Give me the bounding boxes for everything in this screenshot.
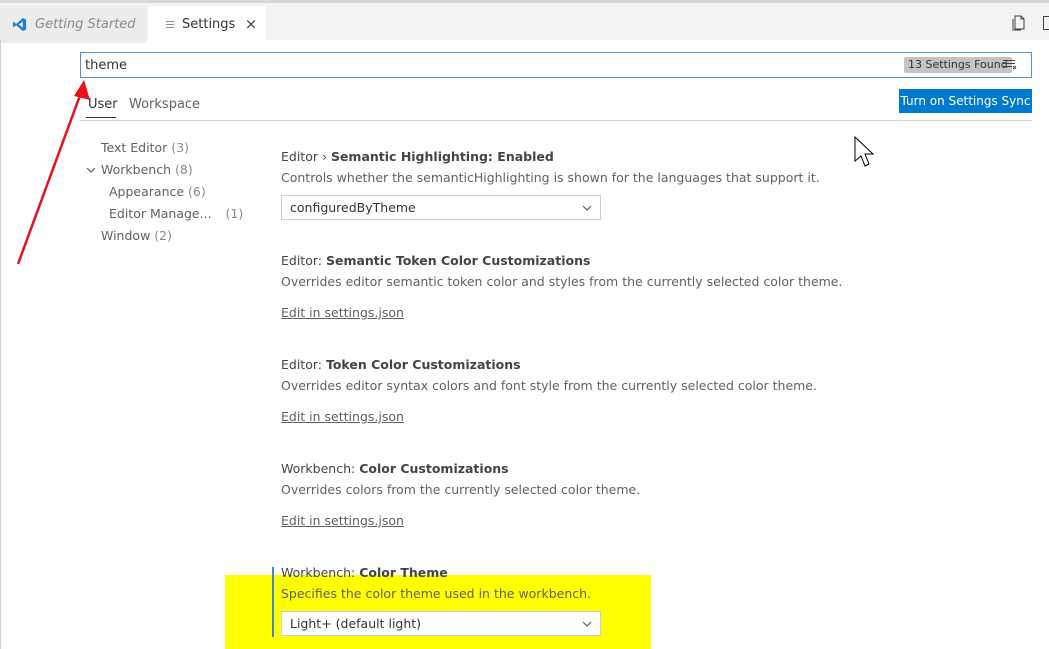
toc-label: Workbench — [101, 162, 171, 177]
turn-on-settings-sync-button[interactable]: Turn on Settings Sync — [899, 89, 1032, 113]
toc-label: Text Editor — [101, 140, 168, 155]
select-value: Light+ (default light) — [290, 616, 422, 631]
setting-title: Editor: Semantic Token Color Customizati… — [281, 253, 590, 268]
toc-label: Appearance — [109, 184, 185, 199]
filter-lines-icon[interactable] — [1002, 58, 1018, 72]
tab-getting-started[interactable]: Getting Started — [0, 6, 146, 43]
tab-workspace[interactable]: Workspace — [129, 97, 200, 112]
setting-key: Color Theme — [359, 565, 448, 580]
semantic-highlighting-select[interactable]: configuredByTheme — [281, 195, 601, 220]
toc-count: (8) — [174, 162, 193, 177]
toc-item-workbench[interactable]: Workbench (8) — [101, 162, 193, 177]
toc-label: Editor Manage... — [109, 206, 212, 221]
toc-count: (6) — [188, 184, 206, 199]
setting-description: Overrides colors from the currently sele… — [281, 482, 641, 497]
toc-item-editor-management[interactable]: Editor Manage... (1) — [109, 206, 243, 221]
settings-found-badge: 13 Settings Found — [904, 57, 1012, 73]
editor-tab-bar: Getting Started Settings × — [0, 0, 1049, 43]
setting-key: Semantic Token Color Customizations — [325, 253, 591, 268]
close-icon[interactable]: × — [244, 15, 258, 33]
toc-count: (1) — [225, 206, 244, 221]
setting-title: Editor › Semantic Highlighting: Enabled — [281, 149, 554, 164]
split-editor-icon[interactable] — [1012, 15, 1026, 31]
toc-item-appearance[interactable]: Appearance (6) — [109, 184, 206, 199]
setting-category: Workbench: — [281, 565, 360, 580]
setting-title: Workbench: Color Theme — [281, 565, 448, 580]
setting-description: Overrides editor semantic token color an… — [281, 274, 843, 289]
setting-key: Semantic Highlighting: Enabled — [330, 149, 554, 164]
edit-in-settings-json-link[interactable]: Edit in settings.json — [281, 513, 404, 528]
setting-title: Editor: Token Color Customizations — [281, 357, 521, 372]
setting-category: Editor: — [281, 253, 326, 268]
setting-category: Editor › — [281, 149, 331, 164]
tab-settings-label: Settings — [182, 17, 236, 32]
toc-count: (3) — [171, 140, 189, 155]
tab-settings[interactable]: Settings × — [148, 6, 266, 43]
color-theme-select[interactable]: Light+ (default light) — [281, 611, 601, 636]
select-value: configuredByTheme — [290, 200, 416, 215]
tab-getting-started-label: Getting Started — [35, 17, 136, 32]
settings-search-input[interactable] — [85, 56, 785, 74]
settings-search-box: 13 Settings Found — [80, 52, 1032, 78]
vscode-logo-icon — [12, 17, 27, 32]
edit-in-settings-json-link[interactable]: Edit in settings.json — [281, 409, 404, 424]
list-lines-icon — [166, 20, 174, 28]
setting-category: Editor: — [281, 357, 326, 372]
sidebar-edge — [0, 40, 1, 649]
toc-label: Window — [101, 228, 151, 243]
toc-item-window[interactable]: Window (2) — [101, 228, 172, 243]
focused-setting-indicator — [272, 567, 274, 637]
tab-user[interactable]: User — [88, 97, 118, 112]
setting-title: Workbench: Color Customizations — [281, 461, 509, 476]
chevron-down-icon — [582, 205, 592, 211]
mouse-pointer-icon — [854, 136, 874, 167]
toc-item-text-editor[interactable]: Text Editor (3) — [101, 140, 189, 155]
chevron-down-icon — [582, 621, 592, 627]
setting-key: Color Customizations — [359, 461, 509, 476]
more-actions-icon[interactable] — [1043, 15, 1049, 31]
setting-description: Specifies the color theme used in the wo… — [281, 586, 592, 601]
chevron-down-icon[interactable] — [86, 165, 96, 175]
setting-key: Token Color Customizations — [325, 357, 521, 372]
setting-category: Workbench: — [281, 461, 360, 476]
active-tab-indicator — [86, 117, 116, 118]
scope-divider — [80, 120, 1032, 121]
setting-description: Controls whether the semanticHighlightin… — [281, 170, 820, 185]
toc-count: (2) — [154, 228, 172, 243]
edit-in-settings-json-link[interactable]: Edit in settings.json — [281, 305, 404, 320]
setting-description: Overrides editor syntax colors and font … — [281, 378, 817, 393]
